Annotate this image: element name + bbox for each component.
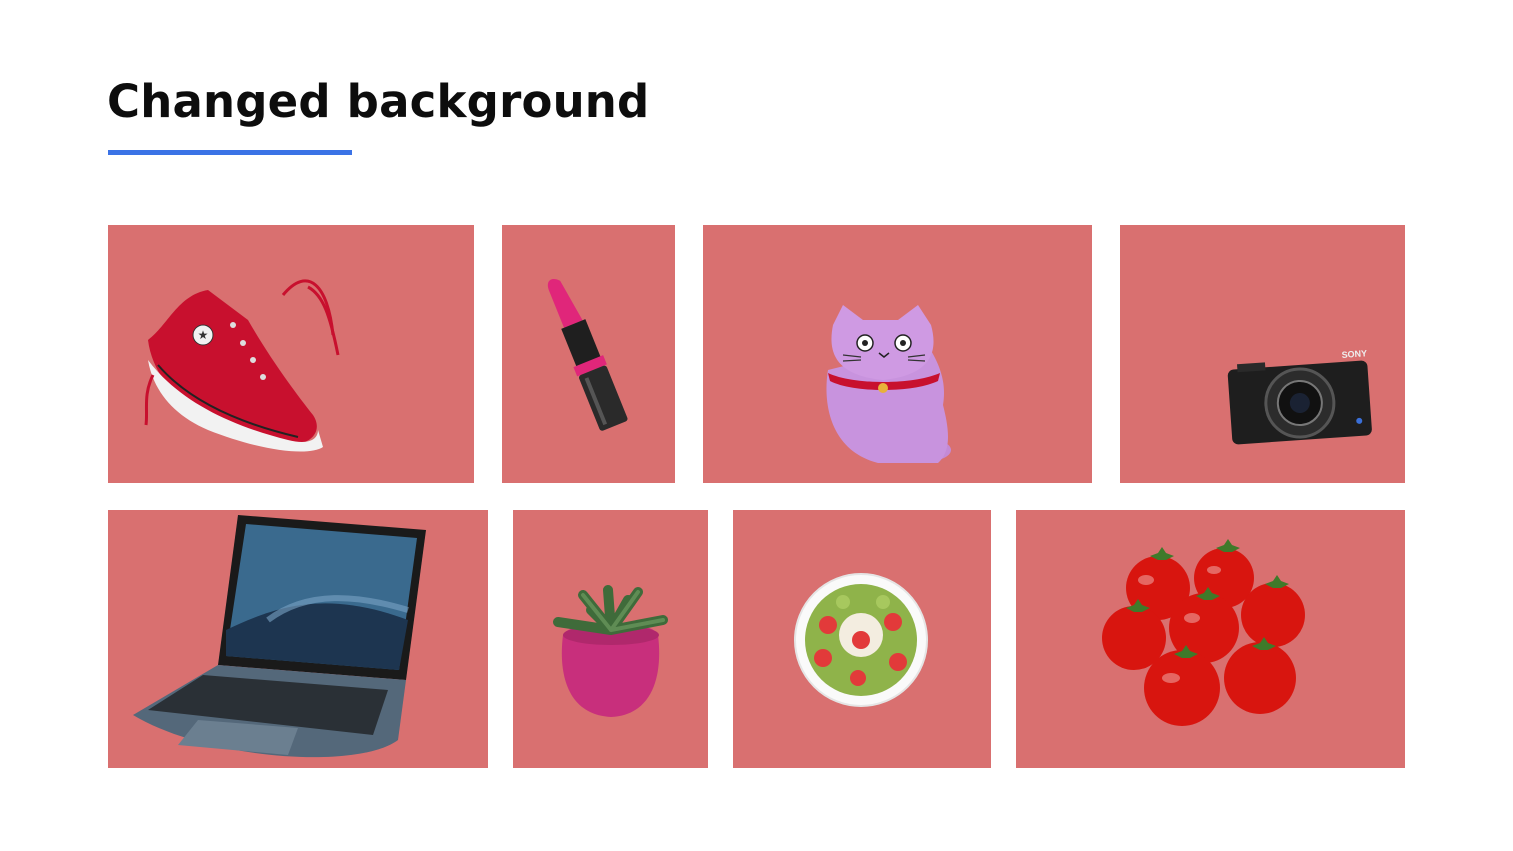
laptop-icon bbox=[133, 515, 426, 758]
tile-cat-plush[interactable] bbox=[703, 225, 1092, 483]
sneaker-icon: ★ bbox=[144, 279, 340, 452]
title-underline bbox=[108, 150, 352, 155]
tile-lipstick[interactable] bbox=[502, 225, 675, 483]
tile-sneaker[interactable]: ★ bbox=[108, 225, 474, 483]
tile-tomatoes[interactable] bbox=[1016, 510, 1405, 768]
cat-plush-icon bbox=[826, 305, 951, 463]
tile-salad-bowl[interactable] bbox=[733, 510, 991, 768]
svg-text:★: ★ bbox=[198, 328, 209, 342]
camera-brand-label: SONY bbox=[1341, 348, 1367, 360]
tomatoes-icon bbox=[1102, 539, 1305, 726]
camera-icon: SONY bbox=[1227, 348, 1372, 445]
potted-plant-icon bbox=[553, 585, 668, 717]
salad-bowl-icon bbox=[794, 573, 928, 707]
lipstick-icon bbox=[547, 279, 628, 431]
tile-potted-plant[interactable] bbox=[513, 510, 708, 768]
tile-laptop[interactable] bbox=[108, 510, 488, 768]
tile-camera[interactable]: SONY bbox=[1120, 225, 1405, 483]
page-title: Changed background bbox=[107, 75, 650, 128]
